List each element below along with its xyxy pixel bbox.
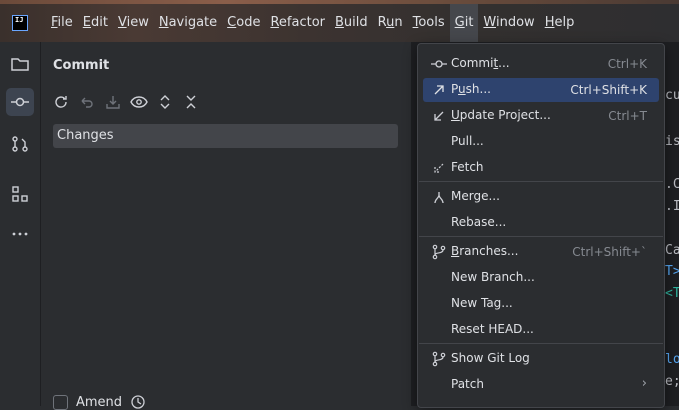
pull-request-icon [12, 136, 28, 152]
shelve-button[interactable] [103, 92, 123, 112]
amend-checkbox[interactable] [53, 394, 68, 410]
menu-edit[interactable]: Edit [78, 4, 113, 42]
project-tool-button[interactable] [6, 50, 34, 78]
editor-line: Ca [665, 243, 679, 258]
push-arrow-icon [434, 85, 444, 95]
commit-history-clock-icon[interactable] [130, 394, 146, 410]
commit-icon [11, 97, 29, 107]
branch-icon [432, 244, 446, 260]
amend-row: Amend [53, 394, 146, 410]
fetch-icon [434, 163, 444, 173]
git-menu-pull[interactable]: Pull... [423, 130, 659, 154]
git-menu-update-project[interactable]: Update Project... Ctrl+T [423, 104, 659, 128]
more-dots-icon [12, 232, 28, 236]
shortcut-label: Ctrl+Shift+` [572, 245, 647, 259]
git-menu-commit[interactable]: Commit... Ctrl+K [423, 52, 659, 76]
refresh-icon [55, 96, 67, 108]
rollback-button[interactable] [77, 92, 97, 112]
editor-line: <T [665, 286, 679, 301]
changes-node[interactable]: Changes [53, 124, 398, 148]
editor-line: is [665, 134, 679, 149]
editor-line: T> [665, 264, 679, 279]
commit-icon [431, 60, 447, 68]
refresh-button[interactable] [51, 92, 71, 112]
show-diff-button[interactable] [129, 92, 149, 112]
collapse-all-icon [186, 95, 196, 109]
menu-tools[interactable]: Tools [408, 4, 450, 42]
app-logo-icon: IJ [12, 15, 28, 31]
merge-icon [434, 192, 444, 204]
editor-line: .C [665, 177, 679, 192]
menu-separator [419, 236, 663, 237]
shortcut-label: Ctrl+T [608, 109, 647, 123]
rollback-icon [81, 97, 93, 108]
git-menu-branches[interactable]: Branches... Ctrl+Shift+` [423, 240, 659, 264]
git-menu-new-tag[interactable]: New Tag... [423, 292, 659, 316]
menu-navigate[interactable]: Navigate [154, 4, 222, 42]
shortcut-label: Ctrl+Shift+K [570, 83, 647, 97]
menu-run[interactable]: Run [373, 4, 408, 42]
git-menu-reset-head[interactable]: Reset HEAD... [423, 318, 659, 342]
git-menu-patch[interactable]: Patch › [423, 373, 659, 397]
git-menu-push[interactable]: Push... Ctrl+Shift+K [423, 78, 659, 102]
shortcut-label: Ctrl+K [607, 57, 647, 71]
structure-tool-button[interactable] [6, 180, 34, 208]
eye-icon [130, 96, 148, 108]
amend-label: Amend [76, 394, 123, 410]
menu-git[interactable]: Git [449, 4, 479, 42]
submenu-chevron-icon: › [641, 376, 647, 391]
git-menu-dropdown: Commit... Ctrl+K Push... Ctrl+Shift+K Up… [417, 43, 665, 408]
editor-line: e; [665, 374, 679, 389]
commit-tool-button[interactable] [6, 88, 34, 116]
menu-build[interactable]: Build [330, 4, 373, 42]
collapse-all-button[interactable] [181, 92, 201, 112]
editor-line: cu [665, 88, 679, 103]
git-menu-rebase[interactable]: Rebase... [423, 211, 659, 235]
menu-separator [419, 343, 663, 344]
menu-refactor[interactable]: Refactor [265, 4, 330, 42]
more-tools-button[interactable] [6, 220, 34, 248]
git-menu-fetch[interactable]: Fetch [423, 156, 659, 180]
editor-line: .I [665, 199, 679, 214]
menu-code[interactable]: Code [222, 4, 265, 42]
main-menu-bar: IJ File Edit View Navigate Code Refactor… [0, 4, 679, 42]
git-menu-show-git-log[interactable]: Show Git Log [423, 347, 659, 371]
shelve-icon [106, 96, 120, 109]
commit-panel: Commit Changes Amend [41, 42, 411, 410]
structure-icon [12, 186, 28, 202]
menu-view[interactable]: View [113, 4, 154, 42]
menu-file[interactable]: File [46, 4, 78, 42]
menu-window[interactable]: Window [478, 4, 539, 42]
commit-panel-title: Commit [53, 58, 110, 73]
editor-line: lo [665, 352, 679, 367]
changes-label: Changes [57, 128, 114, 143]
git-log-icon [432, 351, 446, 367]
expand-all-icon [160, 95, 170, 109]
pull-requests-tool-button[interactable] [6, 130, 34, 158]
git-menu-new-branch[interactable]: New Branch... [423, 266, 659, 290]
menu-help[interactable]: Help [540, 4, 580, 42]
commit-toolbar [51, 92, 201, 114]
folder-icon [11, 58, 29, 71]
menu-separator [419, 181, 663, 182]
update-arrow-icon [434, 111, 444, 121]
expand-all-button[interactable] [155, 92, 175, 112]
git-menu-merge[interactable]: Merge... [423, 185, 659, 209]
left-tool-strip [0, 42, 41, 406]
